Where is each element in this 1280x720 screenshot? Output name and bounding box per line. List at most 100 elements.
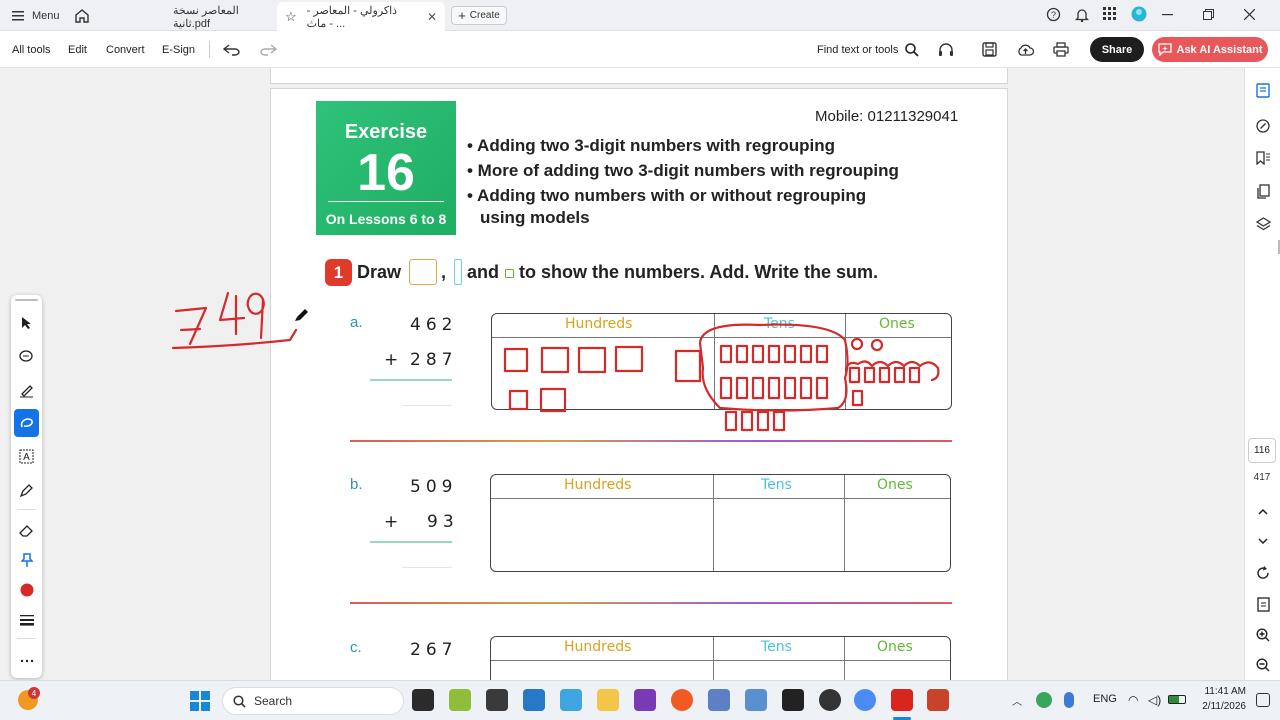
app-icon-orange[interactable] — [671, 689, 693, 711]
create-label: Create — [469, 10, 500, 21]
page-number-input[interactable]: 116 — [1248, 438, 1276, 463]
previous-page-icon[interactable] — [1245, 504, 1280, 520]
svg-text:?: ? — [1051, 10, 1056, 20]
comment-panel-icon[interactable] — [1245, 80, 1280, 100]
apps-grid-icon[interactable] — [1103, 7, 1117, 24]
star-icon[interactable]: ☆ — [285, 9, 297, 25]
ask-ai-button[interactable]: Ask AI Assistant — [1152, 37, 1268, 62]
find-tools-button[interactable]: Find text or tools — [817, 31, 919, 68]
pencil-cursor-icon — [295, 309, 308, 321]
taskbar-search[interactable]: Search — [222, 687, 404, 715]
print-icon[interactable] — [1053, 31, 1069, 68]
edit-button[interactable]: Edit — [68, 31, 87, 68]
volume-icon[interactable]: ◁) — [1148, 693, 1161, 707]
next-page-icon[interactable] — [1245, 533, 1280, 549]
wifi-icon[interactable]: ◠ — [1128, 693, 1138, 707]
tray-chevron-icon[interactable]: ︿ — [1012, 693, 1022, 708]
close-window-icon[interactable] — [1243, 8, 1256, 23]
powerpoint-icon[interactable] — [927, 689, 949, 711]
eraser-tool-icon[interactable] — [11, 516, 42, 544]
postgres-icon[interactable] — [745, 689, 767, 711]
color-picker-icon[interactable] — [11, 576, 42, 604]
upload-icon[interactable] — [1017, 31, 1034, 68]
palette-divider — [17, 638, 36, 639]
tray-app-icon[interactable] — [1036, 692, 1052, 708]
help-icon[interactable]: ? — [1046, 7, 1061, 25]
toolbar-divider — [209, 41, 210, 58]
avatar[interactable] — [1131, 6, 1147, 25]
restore-icon[interactable] — [1203, 8, 1214, 23]
save-icon[interactable] — [982, 31, 997, 68]
highlight-tool-icon[interactable] — [11, 376, 42, 404]
signature-tool-icon[interactable] — [11, 476, 42, 504]
svg-text:A: A — [23, 452, 30, 463]
convert-button[interactable]: Convert — [106, 31, 145, 68]
title-bar: Menu المعاصر نسخة ثانية.pdf ☆ ذاكرولي - … — [0, 0, 1280, 31]
clock-time[interactable]: 11:41 AM — [1192, 686, 1246, 697]
onenote-icon[interactable] — [634, 689, 656, 711]
title-icons: ? — [1046, 0, 1147, 31]
select-tool-icon[interactable] — [11, 309, 42, 337]
battery-icon[interactable] — [1168, 695, 1186, 704]
draw-tool-icon[interactable] — [14, 409, 39, 437]
menu-button[interactable]: Menu — [12, 0, 60, 31]
acrobat-icon[interactable] — [891, 689, 913, 711]
palette-grip[interactable] — [15, 299, 38, 301]
search-icon — [233, 694, 246, 708]
line-weight-icon[interactable] — [11, 606, 42, 634]
notification-badge: 4 — [28, 687, 40, 699]
bell-icon[interactable] — [1074, 7, 1090, 25]
clock-date[interactable]: 2/11/2026 — [1192, 701, 1246, 712]
language-indicator[interactable]: ENG — [1093, 693, 1117, 705]
jetbrains-icon[interactable] — [782, 689, 804, 711]
app-icon-a[interactable] — [708, 689, 730, 711]
redo-icon[interactable] — [259, 31, 277, 68]
ai-assistant-icon — [1157, 43, 1172, 56]
tab-label: المعاصر نسخة ثانية.pdf — [173, 4, 239, 30]
vscode-icon[interactable] — [523, 689, 545, 711]
tab-document-1[interactable]: المعاصر نسخة ثانية.pdf — [165, 2, 277, 31]
hamburger-icon — [12, 10, 24, 20]
home-button[interactable] — [74, 0, 90, 31]
zoom-in-icon[interactable] — [1245, 626, 1280, 644]
all-tools-button[interactable]: All tools — [12, 31, 51, 68]
page-total: 417 — [1253, 472, 1271, 483]
create-button[interactable]: + Create — [451, 6, 507, 25]
layers-icon[interactable] — [1245, 214, 1280, 234]
edit-panel-icon[interactable] — [1245, 116, 1280, 136]
palette-divider — [17, 509, 36, 510]
app-icon-capcut[interactable] — [486, 689, 508, 711]
app-icon-blue[interactable] — [560, 689, 582, 711]
file-explorer-icon[interactable] — [597, 689, 619, 711]
microphone-icon[interactable] — [1064, 692, 1074, 708]
pages-icon[interactable] — [1245, 181, 1280, 201]
right-rail: 116 417 — [1244, 68, 1280, 680]
comment-tool-icon[interactable] — [11, 343, 42, 371]
search-icon — [905, 42, 919, 57]
task-view-icon[interactable] — [412, 689, 434, 711]
search-placeholder: Search — [254, 694, 293, 708]
document-workspace[interactable]: Exercise 16 On Lessons 6 to 8 Mobile: 01… — [0, 68, 1244, 716]
notification-center-icon[interactable] — [1256, 693, 1270, 707]
read-aloud-icon[interactable] — [938, 31, 954, 68]
bookmark-icon[interactable] — [1245, 148, 1280, 168]
fit-page-icon[interactable] — [1245, 595, 1280, 613]
app-icon-green[interactable] — [449, 689, 471, 711]
minimize-icon[interactable] — [1162, 9, 1173, 23]
rotate-icon[interactable] — [1245, 564, 1280, 582]
obs-icon[interactable] — [819, 689, 841, 711]
more-tools-icon[interactable] — [11, 647, 42, 675]
tab-document-2[interactable]: ☆ ذاكرولي - المعاصر - ماث - ... ✕ — [277, 2, 445, 31]
esign-button[interactable]: E-Sign — [162, 31, 195, 68]
tab-label: ذاكرولي - المعاصر - ماث - ... — [306, 4, 398, 30]
pin-icon[interactable] — [11, 546, 42, 574]
undo-icon[interactable] — [223, 31, 241, 68]
ink-annotations[interactable] — [0, 68, 1244, 680]
zoom-out-icon[interactable] — [1245, 656, 1280, 674]
share-button[interactable]: Share — [1090, 37, 1144, 62]
text-box-tool-icon[interactable]: A — [11, 442, 42, 470]
windows-start-icon[interactable] — [190, 691, 210, 716]
close-tab-icon[interactable]: ✕ — [427, 10, 437, 24]
chrome-icon[interactable] — [854, 689, 876, 711]
main-toolbar: All tools Edit Convert E-Sign Find text … — [0, 31, 1280, 68]
